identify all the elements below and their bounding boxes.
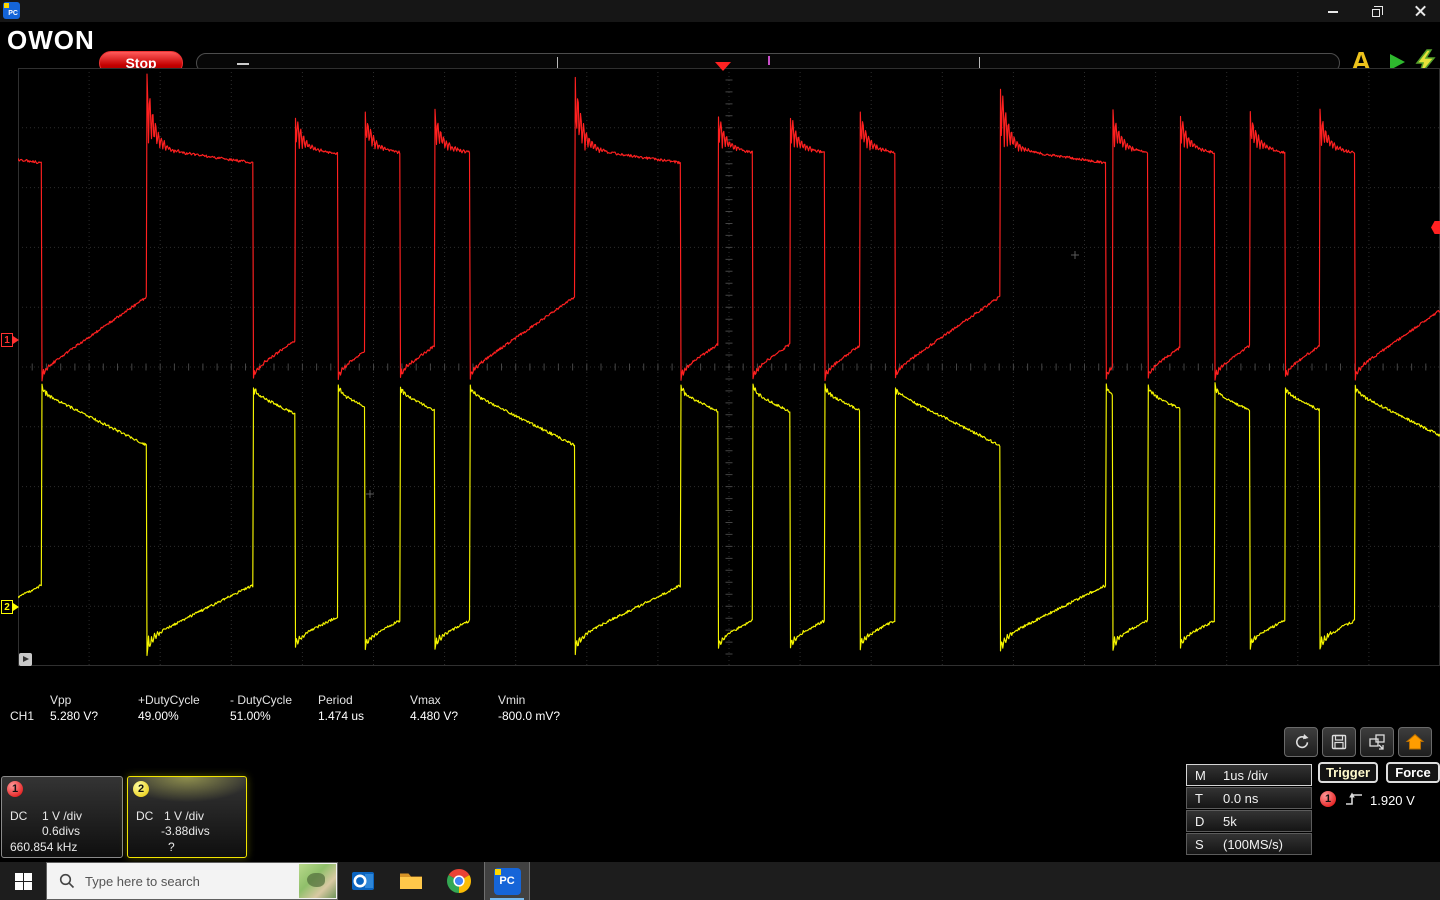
ch2-marker-arrow-icon: [13, 603, 19, 611]
outlook-icon: [350, 868, 376, 894]
scrollbar-trigger-marker[interactable]: [768, 56, 770, 65]
timebase-row-s[interactable]: S (100MS/s): [1186, 833, 1312, 855]
ch1-scale: 1 V /div: [42, 809, 82, 823]
pc-app-icon: PC: [494, 868, 521, 895]
scope-display-area[interactable]: 1 2: [18, 68, 1440, 666]
app-icon-accent: [4, 3, 9, 8]
ch1-marker-label: 1: [1, 333, 13, 347]
window-controls: [1326, 0, 1428, 22]
timebase-row-m[interactable]: M 1us /div: [1186, 764, 1312, 786]
waveform-canvas: [18, 68, 1440, 666]
timebase-row-t[interactable]: T 0.0 ns: [1186, 787, 1312, 809]
ch2-coupling: DC: [136, 809, 153, 823]
owon-logo: OWON: [7, 25, 95, 56]
save-icon: [1329, 732, 1349, 752]
restore-icon: [1372, 9, 1380, 17]
ch2-offset: -3.88divs: [161, 824, 210, 838]
restore-button[interactable]: [1370, 4, 1384, 18]
file-explorer-icon: [398, 868, 424, 894]
trigger-button[interactable]: Trigger: [1318, 762, 1378, 783]
measurement-bar: CH1 Vpp5.280 V? +DutyCycle49.00% - DutyC…: [0, 692, 780, 724]
search-placeholder: Type here to search: [85, 874, 200, 889]
taskbar-explorer-button[interactable]: [388, 862, 434, 900]
search-icon: [59, 873, 75, 889]
trigger-source-badge[interactable]: 1: [1320, 791, 1336, 807]
trigger-panel: Trigger Force 1 1.920 V: [1318, 762, 1440, 858]
export-button[interactable]: [1360, 727, 1394, 757]
ch1-offset: 0.6divs: [42, 824, 80, 838]
expand-menu-button[interactable]: [19, 653, 32, 666]
search-highlight-image[interactable]: [299, 864, 336, 898]
ch1-panel[interactable]: 1 DC 1 V /div 0.6divs 660.854 kHz: [1, 776, 123, 858]
minimize-icon: [1328, 11, 1338, 13]
ch1-coupling: DC: [10, 809, 27, 823]
measurement-item: +DutyCycle49.00%: [138, 693, 233, 723]
measurement-channel: CH1: [10, 709, 34, 723]
taskbar-pc-app-button[interactable]: PC: [484, 862, 530, 900]
ch2-position-marker[interactable]: 2: [1, 599, 19, 615]
start-button[interactable]: [0, 862, 46, 900]
rising-edge-icon: [1344, 790, 1366, 808]
reference-cross-marks: [366, 251, 1079, 498]
save-button[interactable]: [1322, 727, 1356, 757]
utility-icon-row: [1284, 727, 1432, 757]
ch2-marker-label: 2: [1, 600, 13, 614]
timebase-panel: M 1us /div T 0.0 ns D 5k S (100MS/s): [1186, 764, 1312, 856]
ch2-trace: [18, 383, 1440, 656]
ch1-frequency: 660.854 kHz: [10, 840, 77, 854]
ch2-scale: 1 V /div: [164, 809, 204, 823]
scrollbar-handle-dash[interactable]: [237, 63, 249, 65]
home-button[interactable]: [1398, 727, 1432, 757]
expand-arrow-icon: [23, 656, 29, 662]
export-icon: [1367, 732, 1387, 752]
ch2-number-badge: 2: [133, 781, 149, 797]
close-button[interactable]: [1414, 4, 1428, 18]
minimize-button[interactable]: [1326, 4, 1340, 18]
ch2-panel[interactable]: 2 DC 1 V /div -3.88divs ?: [127, 776, 247, 858]
timebase-row-d[interactable]: D 5k: [1186, 810, 1312, 832]
taskbar-outlook-button[interactable]: [340, 862, 386, 900]
trigger-level-value: 1.920 V: [1370, 793, 1415, 808]
measurement-item: Vmin-800.0 mV?: [498, 693, 593, 723]
trigger-position-marker[interactable]: [715, 62, 731, 71]
taskbar-chrome-button[interactable]: [436, 862, 482, 900]
scope-toolbar: OWON Stop A: [0, 22, 1440, 58]
capture-icon: [1291, 732, 1311, 752]
ch1-position-marker[interactable]: 1: [1, 332, 19, 348]
ch1-number-badge: 1: [7, 781, 23, 797]
windows-logo-icon: [15, 873, 32, 890]
measurement-item: Vmax4.480 V?: [410, 693, 505, 723]
chrome-icon: [446, 868, 472, 894]
desktop: { "titlebar": { "app_icon": "PC" }, "too…: [0, 0, 1440, 900]
measurement-item: Period1.474 us: [318, 693, 413, 723]
measurement-item: Vpp5.280 V?: [50, 693, 145, 723]
taskbar-search-input[interactable]: Type here to search: [46, 862, 338, 900]
ch2-frequency: ?: [168, 840, 175, 854]
window-titlebar: PC: [0, 0, 1440, 22]
app-icon-label: PC: [8, 10, 18, 17]
app-icon: PC: [3, 2, 20, 19]
force-button[interactable]: Force: [1386, 762, 1440, 783]
capture-button[interactable]: [1284, 727, 1318, 757]
ch1-marker-arrow-icon: [13, 336, 19, 344]
windows-taskbar: Type here to search PC: [0, 862, 1440, 900]
home-icon: [1405, 732, 1425, 752]
measurement-item: - DutyCycle51.00%: [230, 693, 325, 723]
